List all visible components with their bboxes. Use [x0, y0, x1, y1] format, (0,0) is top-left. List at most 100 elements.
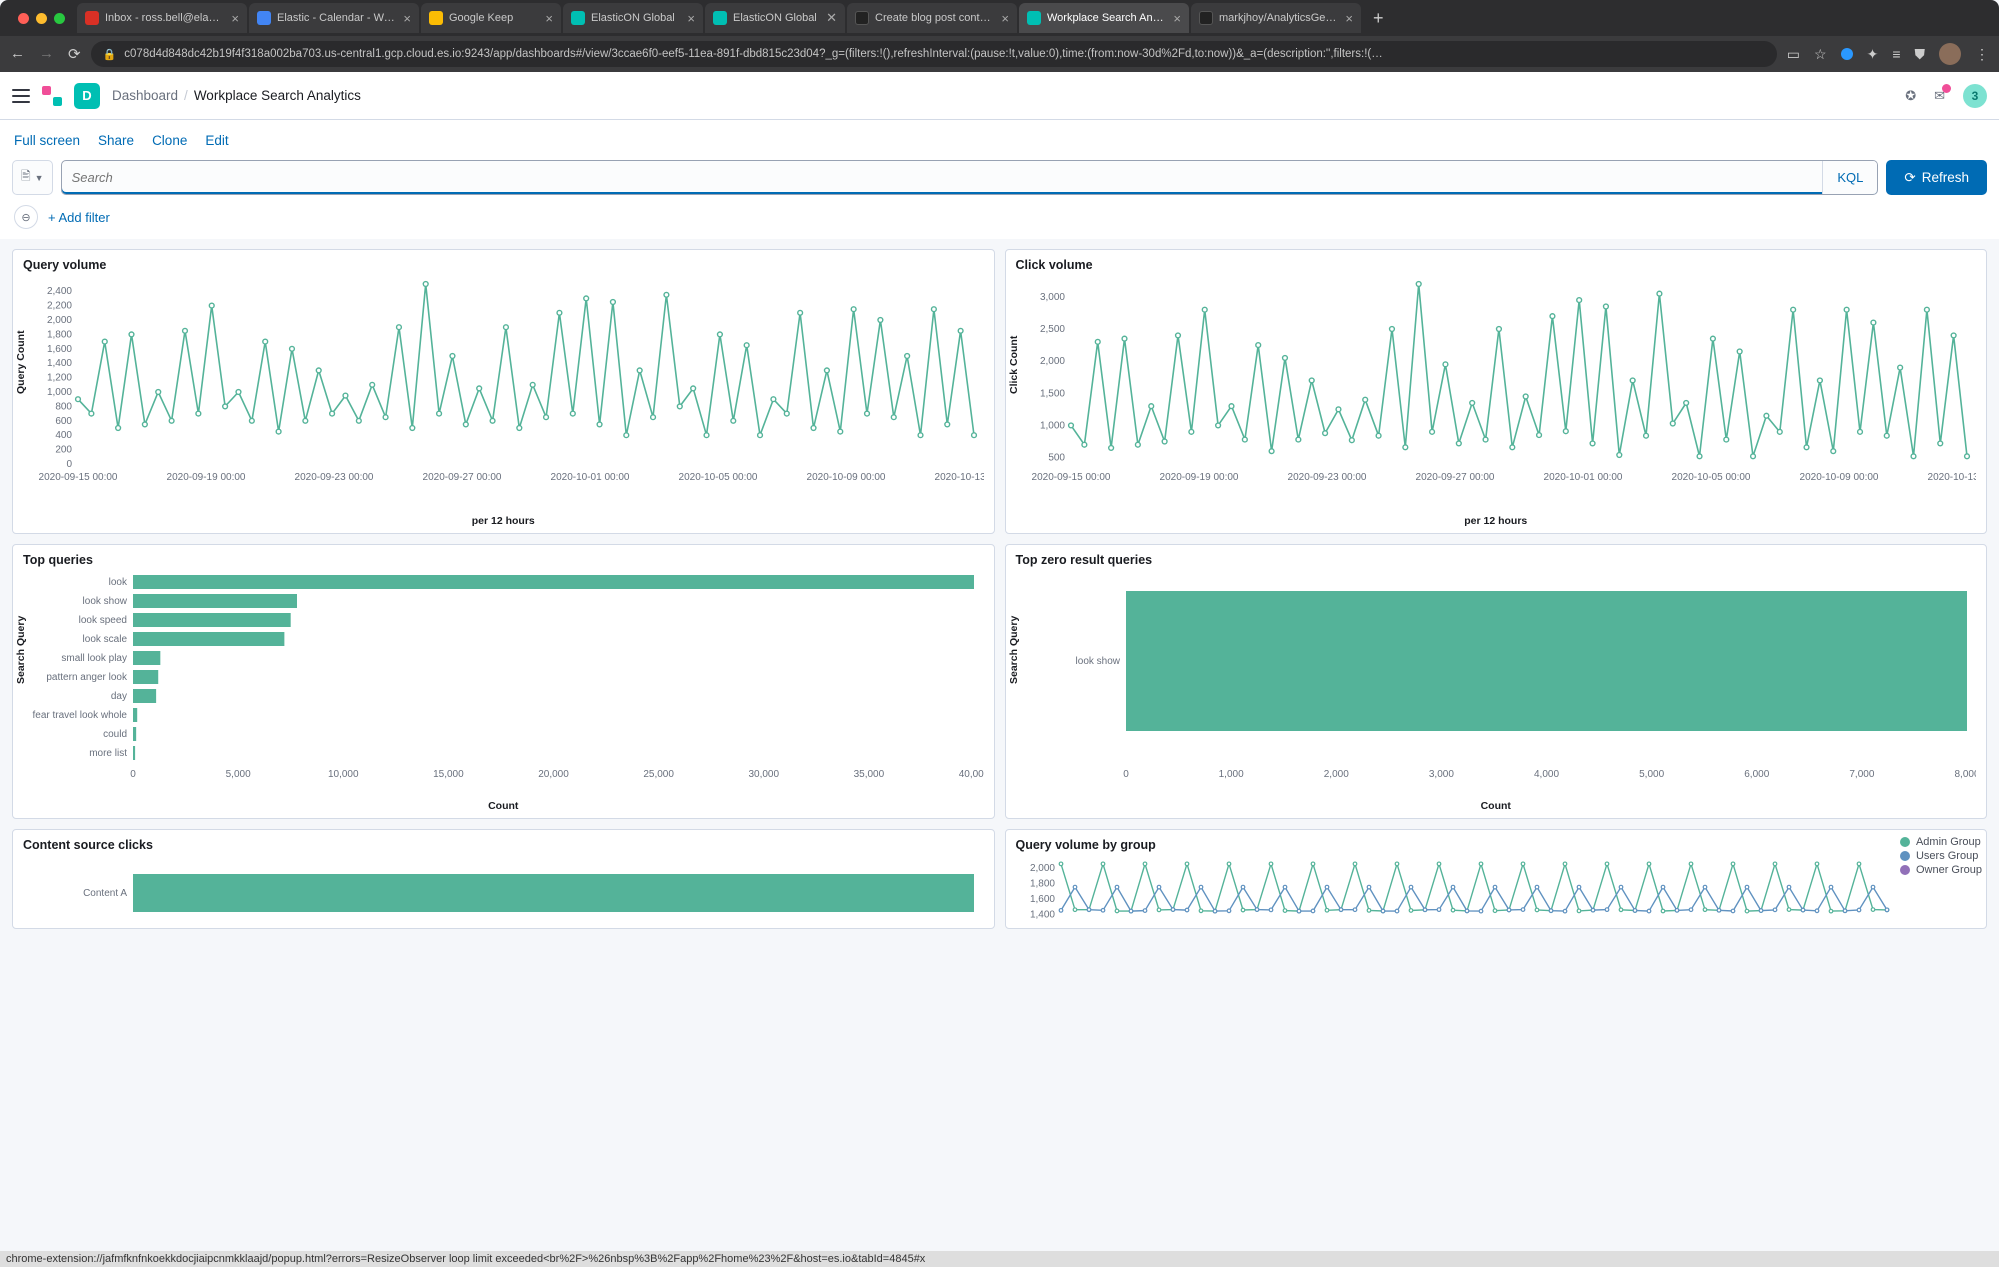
svg-text:could: could: [103, 729, 127, 740]
close-icon[interactable]: ×: [403, 11, 411, 26]
edit-link[interactable]: Edit: [205, 133, 228, 148]
tab-strip: Inbox - ross.bell@elastic.co -× Elastic …: [0, 0, 1999, 36]
elastic-logo-icon[interactable]: [42, 86, 62, 106]
bookmark-icon[interactable]: ☆: [1814, 46, 1827, 63]
breadcrumb-separator-icon: /: [184, 88, 188, 103]
filter-options-icon[interactable]: ⊖: [14, 205, 38, 229]
x-axis-label: per 12 hours: [1016, 511, 1977, 529]
nav-toggle-icon[interactable]: [12, 89, 30, 103]
bar-chart: looklook showlook speedlook scalesmall l…: [23, 571, 984, 781]
svg-text:2020-10-05 00:00: 2020-10-05 00:00: [679, 472, 758, 483]
svg-text:0: 0: [130, 769, 136, 780]
breadcrumb-current: Workplace Search Analytics: [194, 88, 361, 103]
panel-title: Top queries: [23, 553, 984, 567]
browser-tab[interactable]: markjhoy/AnalyticsGenerator×: [1191, 3, 1361, 33]
url-input[interactable]: 🔒 c078d4d848dc42b19f4f318a002ba703.us-ce…: [91, 41, 1777, 67]
breadcrumb-root[interactable]: Dashboard: [112, 88, 178, 103]
lock-icon: 🔒: [103, 48, 117, 61]
svg-text:1,500: 1,500: [1039, 388, 1064, 399]
line-chart: 1,4001,6001,8002,000: [1016, 856, 1977, 926]
add-filter-button[interactable]: + Add filter: [48, 210, 110, 225]
svg-text:fear travel look whole: fear travel look whole: [33, 710, 128, 721]
reader-icon[interactable]: ▭: [1787, 46, 1800, 63]
x-axis-label: Count: [1016, 796, 1977, 814]
panel-click-volume: Click volume Click Count 5001,0001,5002,…: [1005, 249, 1988, 534]
svg-text:2,500: 2,500: [1039, 324, 1064, 335]
svg-text:800: 800: [55, 401, 72, 412]
menu-icon[interactable]: ⋮: [1975, 46, 1989, 63]
panel-title: Top zero result queries: [1016, 553, 1977, 567]
close-icon[interactable]: ✕: [826, 10, 837, 26]
svg-text:2020-10-13 00:00: 2020-10-13 00:00: [1927, 472, 1976, 483]
svg-text:2020-09-23 00:00: 2020-09-23 00:00: [1287, 472, 1366, 483]
clone-link[interactable]: Clone: [152, 133, 187, 148]
y-axis-label: Query Count: [15, 330, 27, 394]
svg-text:2020-10-01 00:00: 2020-10-01 00:00: [551, 472, 630, 483]
browser-chrome: Inbox - ross.bell@elastic.co -× Elastic …: [0, 0, 1999, 72]
close-icon[interactable]: ×: [1345, 11, 1353, 26]
mail-icon[interactable]: ✉: [1934, 88, 1945, 104]
svg-text:20,000: 20,000: [538, 769, 569, 780]
close-icon[interactable]: ×: [231, 11, 239, 26]
svg-text:2020-09-27 00:00: 2020-09-27 00:00: [423, 472, 502, 483]
close-window-icon[interactable]: [18, 13, 29, 24]
search-input[interactable]: [62, 161, 1823, 194]
refresh-icon: ⟳: [1904, 170, 1915, 186]
close-icon[interactable]: ×: [545, 11, 553, 26]
svg-text:1,600: 1,600: [47, 344, 72, 355]
window-controls[interactable]: [8, 13, 75, 24]
reload-icon[interactable]: ⟳: [68, 45, 81, 63]
bar-chart: look show01,0002,0003,0004,0005,0006,000…: [1016, 571, 1977, 781]
share-link[interactable]: Share: [98, 133, 134, 148]
svg-text:30,000: 30,000: [748, 769, 779, 780]
browser-tab[interactable]: Inbox - ross.bell@elastic.co -×: [77, 3, 247, 33]
svg-text:35,000: 35,000: [854, 769, 885, 780]
browser-tab-active[interactable]: Workplace Search Analytics -×: [1019, 3, 1189, 33]
kql-toggle-button[interactable]: KQL: [1822, 161, 1877, 194]
close-icon[interactable]: ×: [687, 11, 695, 26]
svg-text:1,800: 1,800: [1029, 878, 1054, 889]
newsfeed-icon[interactable]: ✪: [1905, 88, 1916, 104]
full-screen-link[interactable]: Full screen: [14, 133, 80, 148]
extensions-icon[interactable]: ✦: [1867, 46, 1879, 63]
svg-text:look show: look show: [83, 596, 128, 607]
space-selector[interactable]: D: [74, 83, 100, 109]
svg-text:8,000: 8,000: [1954, 769, 1976, 780]
svg-text:2020-10-01 00:00: 2020-10-01 00:00: [1543, 472, 1622, 483]
svg-text:2020-10-05 00:00: 2020-10-05 00:00: [1671, 472, 1750, 483]
notification-badge[interactable]: 3: [1963, 84, 1987, 108]
browser-tab[interactable]: Elastic - Calendar - Week of G×: [249, 3, 419, 33]
shield-icon[interactable]: ⛊: [1915, 46, 1926, 63]
refresh-button[interactable]: ⟳Refresh: [1886, 160, 1987, 195]
svg-text:pattern anger look: pattern anger look: [46, 672, 128, 683]
saved-query-button[interactable]: 🖹 ▼: [12, 160, 53, 195]
address-bar: ← → ⟳ 🔒 c078d4d848dc42b19f4f318a002ba703…: [0, 36, 1999, 72]
extension-icon[interactable]: [1841, 48, 1853, 60]
y-axis-label: Search Query: [15, 615, 27, 683]
svg-text:look: look: [109, 577, 128, 588]
svg-text:5,000: 5,000: [226, 769, 251, 780]
svg-text:2,000: 2,000: [47, 315, 72, 326]
svg-text:1,400: 1,400: [1029, 909, 1054, 920]
chart-legend: Admin Group Users Group Owner Group: [1900, 834, 1982, 878]
svg-text:1,600: 1,600: [1029, 894, 1054, 905]
svg-text:2,000: 2,000: [1323, 769, 1348, 780]
y-axis-label: Search Query: [1008, 615, 1020, 683]
list-icon[interactable]: ≡: [1892, 46, 1900, 62]
svg-text:2,000: 2,000: [1039, 356, 1064, 367]
close-icon[interactable]: ×: [1001, 11, 1009, 26]
panel-title: Query volume by group: [1016, 838, 1977, 852]
maximize-window-icon[interactable]: [54, 13, 65, 24]
browser-tab[interactable]: ElasticON Global✕: [705, 3, 845, 33]
back-icon[interactable]: ←: [10, 45, 25, 63]
filter-bar: ⊖ + Add filter: [0, 201, 1999, 239]
svg-text:1,200: 1,200: [47, 373, 72, 384]
svg-text:look show: look show: [1075, 656, 1120, 667]
new-tab-button[interactable]: +: [1363, 8, 1394, 29]
close-icon[interactable]: ×: [1173, 11, 1181, 26]
browser-tab[interactable]: Google Keep×: [421, 3, 561, 33]
browser-tab[interactable]: Create blog post content to ill×: [847, 3, 1017, 33]
profile-avatar-icon[interactable]: [1939, 43, 1961, 65]
browser-tab[interactable]: ElasticON Global×: [563, 3, 703, 33]
minimize-window-icon[interactable]: [36, 13, 47, 24]
